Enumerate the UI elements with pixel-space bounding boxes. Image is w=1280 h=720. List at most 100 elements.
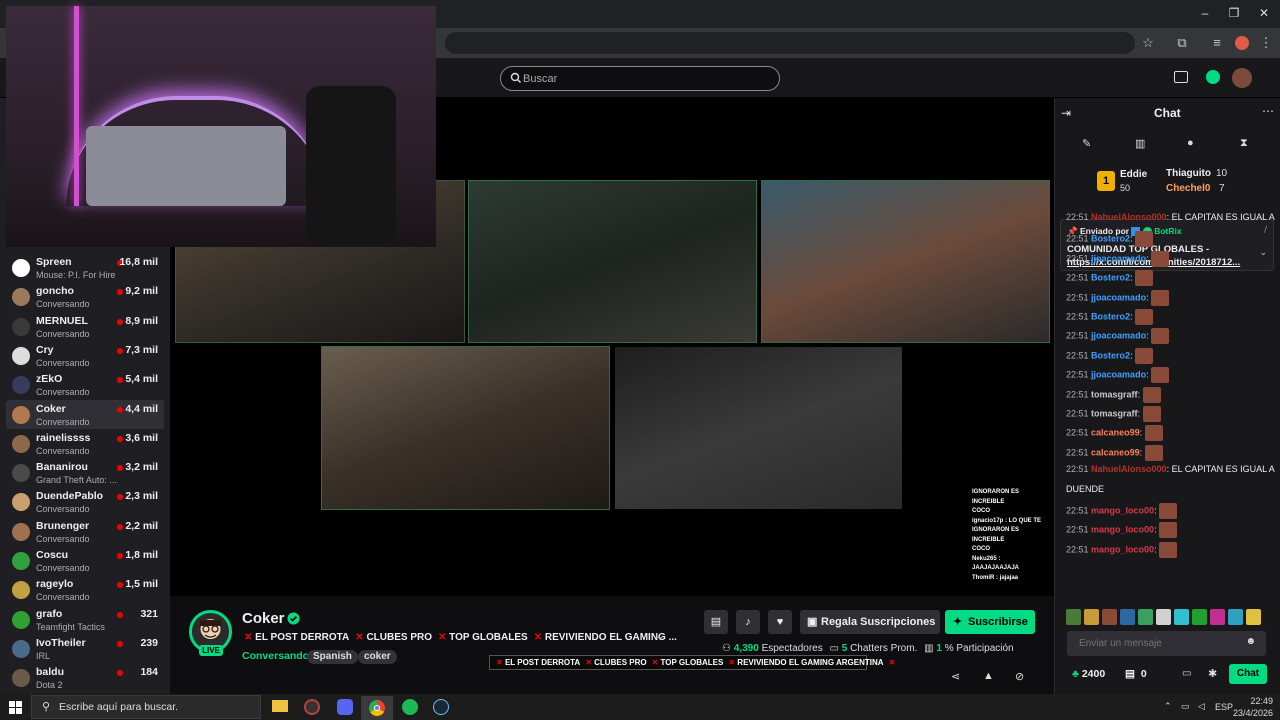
chevron-down-icon[interactable]: ⌄: [656, 631, 664, 642]
steam-icon[interactable]: [433, 699, 449, 715]
bookmark-star-icon[interactable]: ☆: [1140, 35, 1156, 51]
prime-loot-icon[interactable]: [1174, 71, 1188, 83]
unpin-icon[interactable]: ⧸: [1264, 225, 1267, 235]
chat-message[interactable]: 22:51 tomasgraff:: [1066, 406, 1161, 422]
pin-icon[interactable]: ✎: [1082, 137, 1091, 150]
search-bar[interactable]: [500, 66, 780, 91]
chat-username[interactable]: Bostero2: [1091, 311, 1130, 321]
chat-message[interactable]: 22:51 mango_loco00:: [1066, 522, 1178, 539]
chat-message[interactable]: 22:51 jjoacoamado:: [1066, 250, 1170, 267]
channel-points[interactable]: ♣ 2400: [1072, 668, 1105, 680]
sidebar-channel[interactable]: rageylo Conversando 1,5 mil: [6, 575, 164, 604]
tag-coker[interactable]: coker: [358, 650, 397, 664]
minimize-icon[interactable]: –: [1198, 6, 1212, 20]
chat-bubble-icon[interactable]: ▭: [1182, 668, 1191, 679]
gear-icon[interactable]: ✱: [1208, 667, 1217, 680]
chat-message[interactable]: 22:51 Bostero2:: [1066, 270, 1154, 287]
chat-input[interactable]: [1079, 636, 1239, 651]
kick-icon[interactable]: [1206, 70, 1220, 84]
stream-category[interactable]: Conversando: [242, 650, 309, 662]
chat-username[interactable]: jjoacoamado: [1091, 331, 1146, 341]
chat-username[interactable]: jjoacoamado: [1091, 370, 1146, 380]
profile-avatar[interactable]: [1235, 36, 1249, 50]
chat-message[interactable]: 22:51 jjoacoamado:: [1066, 289, 1170, 306]
chat-username[interactable]: tomasgraff: [1091, 408, 1138, 418]
chat-username[interactable]: jjoacoamado: [1091, 253, 1146, 263]
chat-username[interactable]: calcaneo99: [1091, 447, 1140, 457]
chat-message[interactable]: DUENDE: [1066, 484, 1104, 494]
close-icon[interactable]: ✕: [1257, 6, 1271, 20]
chat-username[interactable]: calcaneo99: [1091, 428, 1140, 438]
clip-icon[interactable]: ▤: [704, 610, 728, 634]
restore-icon[interactable]: ❐: [1227, 6, 1241, 20]
chat-username[interactable]: Bostero2: [1091, 350, 1130, 360]
sidebar-channel[interactable]: Bananirou Grand Theft Auto: ... 3,2 mil: [6, 458, 164, 487]
browser-menu-icon[interactable]: ⋮: [1258, 35, 1274, 51]
address-bar[interactable]: [445, 32, 1135, 54]
clock-time[interactable]: 22:49: [1243, 696, 1273, 706]
sidebar-channel[interactable]: Brunenger Conversando 2,2 mil: [6, 517, 164, 546]
emoji-icon[interactable]: ☻: [1245, 636, 1256, 647]
chat-message[interactable]: 22:51 Bostero2:: [1066, 309, 1154, 325]
chat-username[interactable]: mango_loco00: [1091, 505, 1154, 515]
volume-icon[interactable]: ◁: [1198, 701, 1205, 712]
chat-message[interactable]: 22:51 jjoacoamado:: [1066, 367, 1170, 384]
emote-strip[interactable]: [1066, 609, 1266, 625]
gift-subs-button[interactable]: ▣ Regala Suscripciones: [800, 610, 940, 634]
chat-message[interactable]: 22:51 NahuelAlonso000: EL CAPITAN ES IGU…: [1066, 464, 1275, 474]
sidebar-channel[interactable]: Cry Conversando 7,3 mil: [6, 341, 164, 370]
sidebar-channel[interactable]: baldu Dota 2 184: [6, 663, 164, 692]
sidebar-channel[interactable]: Coker Conversando 4,4 mil: [6, 399, 164, 429]
rewards-count[interactable]: ▤ 0: [1125, 668, 1147, 680]
sidebar-channel[interactable]: IvoTheiler IRL 239: [6, 634, 164, 663]
chat-input-box[interactable]: ☻: [1067, 631, 1266, 656]
app-icon[interactable]: [304, 699, 320, 715]
taskbar-search[interactable]: ⚲ Escribe aquí para buscar.: [31, 695, 261, 719]
chat-message[interactable]: 22:51 tomasgraff:: [1066, 386, 1161, 403]
chat-username[interactable]: Bostero2: [1091, 234, 1130, 244]
sidebar-channel[interactable]: MERNUEL Conversando 8,9 mil: [6, 312, 164, 341]
windows-start-icon[interactable]: [9, 701, 22, 714]
sidebar-channel[interactable]: DuendePablo Conversando 2,3 mil: [6, 487, 164, 516]
clock-date[interactable]: 23/4/2026: [1230, 708, 1273, 718]
chat-message[interactable]: 22:51 mango_loco00:: [1066, 503, 1178, 519]
search-input[interactable]: [523, 70, 763, 88]
chat-message[interactable]: 22:51 calcaneo99:: [1066, 425, 1163, 442]
user-avatar[interactable]: [1232, 68, 1252, 88]
sidebar-channel[interactable]: zEkO Conversando 5,4 mil: [6, 370, 164, 399]
chat-message[interactable]: 22:51 mango_loco00:: [1066, 541, 1178, 558]
hourglass-icon[interactable]: ⧗: [1240, 137, 1248, 150]
chat-username[interactable]: tomasgraff: [1091, 389, 1138, 399]
chat-username[interactable]: NahuelAlonso000: [1091, 464, 1167, 474]
report-icon[interactable]: ▲: [983, 670, 994, 682]
sidebar-channel[interactable]: rainelissss Conversando 3,6 mil: [6, 429, 164, 458]
chat-message[interactable]: 22:51 Bostero2:: [1066, 347, 1154, 364]
sidebar-channel[interactable]: Spreen Mouse: P.I. For Hire 16,8 mil: [6, 253, 164, 282]
chat-message[interactable]: 22:51 NahuelAlonso000: EL CAPITAN ES IGU…: [1066, 212, 1275, 222]
subscribe-button[interactable]: ✦ Suscribirse: [945, 610, 1035, 634]
channel-name[interactable]: Coker: [242, 610, 285, 627]
chat-username[interactable]: jjoacoamado: [1091, 292, 1146, 302]
chrome-taskbar-button[interactable]: [361, 696, 393, 720]
chat-username[interactable]: mango_loco00: [1091, 525, 1154, 535]
chat-username[interactable]: mango_loco00: [1091, 544, 1154, 554]
sidebar-channel[interactable]: Coscu Conversando 1,8 mil: [6, 546, 164, 575]
mute-icon[interactable]: ⊘: [1015, 670, 1024, 683]
chat-username[interactable]: NahuelAlonso000: [1091, 212, 1167, 222]
network-icon[interactable]: ▭: [1181, 701, 1190, 712]
chat-message[interactable]: 22:51 Bostero2:: [1066, 231, 1154, 248]
extensions-icon[interactable]: ⧉: [1174, 35, 1190, 51]
discord-icon[interactable]: [337, 699, 353, 715]
send-chat-button[interactable]: Chat: [1229, 664, 1267, 684]
collapse-chat-icon[interactable]: ⇥: [1061, 106, 1071, 120]
follow-heart-icon[interactable]: ♥: [768, 610, 792, 634]
notification-bell-icon[interactable]: ♪: [736, 610, 760, 634]
chat-mode-icon[interactable]: ●: [1187, 137, 1194, 149]
file-explorer-icon[interactable]: [272, 700, 288, 712]
chat-username[interactable]: Bostero2: [1091, 273, 1130, 283]
share-icon[interactable]: ⋖: [951, 670, 960, 683]
tag-spanish[interactable]: Spanish: [307, 650, 358, 664]
trash-icon[interactable]: ▥: [1135, 137, 1145, 150]
sidebar-channel[interactable]: goncho Conversando 9,2 mil: [6, 282, 164, 311]
chat-message[interactable]: 22:51 calcaneo99:: [1066, 444, 1163, 461]
